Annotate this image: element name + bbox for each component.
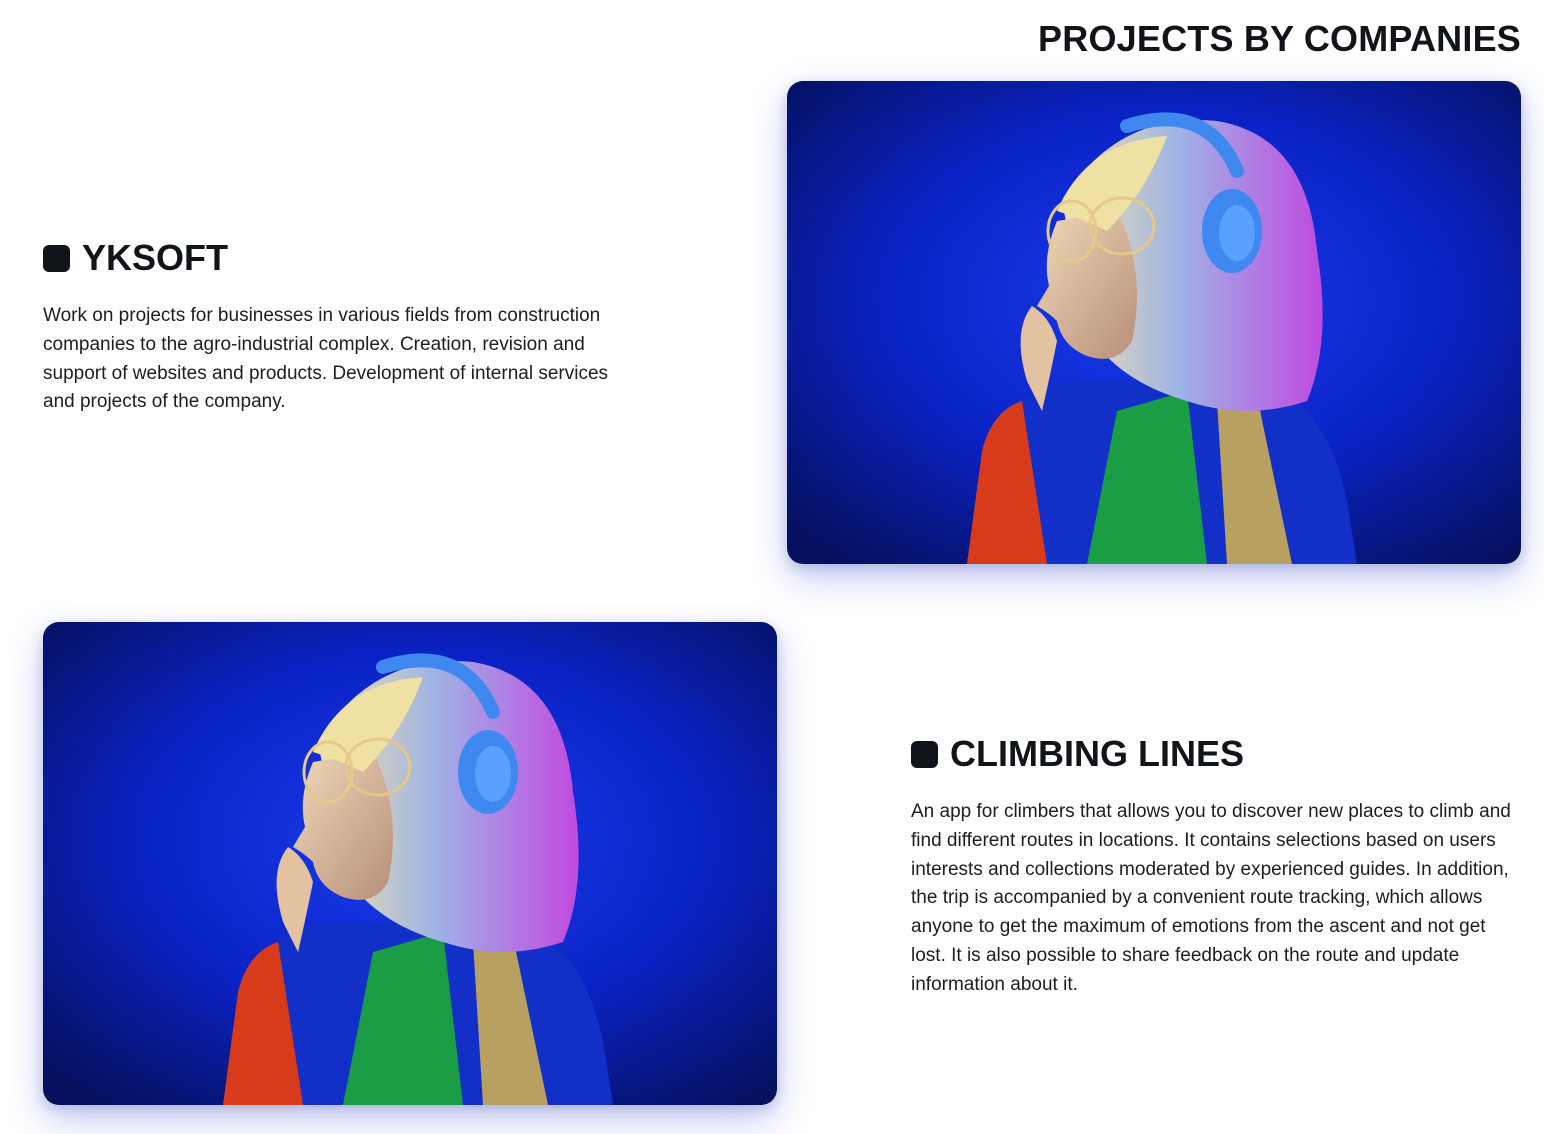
square-bullet-icon <box>911 740 938 768</box>
project-title-text: YKSOFT <box>82 237 229 278</box>
project-title: YKSOFT <box>43 240 643 276</box>
section-title: PROJECTS BY COMPANIES <box>1038 18 1521 59</box>
project-description: An app for climbers that allows you to d… <box>911 801 1511 995</box>
project-title: CLIMBING LINES <box>911 736 1521 772</box>
project-image-yksoft[interactable] <box>787 81 1521 564</box>
project-title-text: CLIMBING LINES <box>950 733 1244 774</box>
project-card-yksoft: YKSOFT Work on projects for businesses i… <box>43 240 643 417</box>
square-bullet-icon <box>43 244 70 272</box>
portrait-headphones-image <box>787 81 1521 564</box>
project-image-climbing-lines[interactable] <box>43 622 777 1105</box>
portrait-headphones-image <box>43 622 777 1105</box>
project-description: Work on projects for businesses in vario… <box>43 305 609 413</box>
project-card-climbing-lines: CLIMBING LINES An app for climbers that … <box>911 736 1521 1000</box>
